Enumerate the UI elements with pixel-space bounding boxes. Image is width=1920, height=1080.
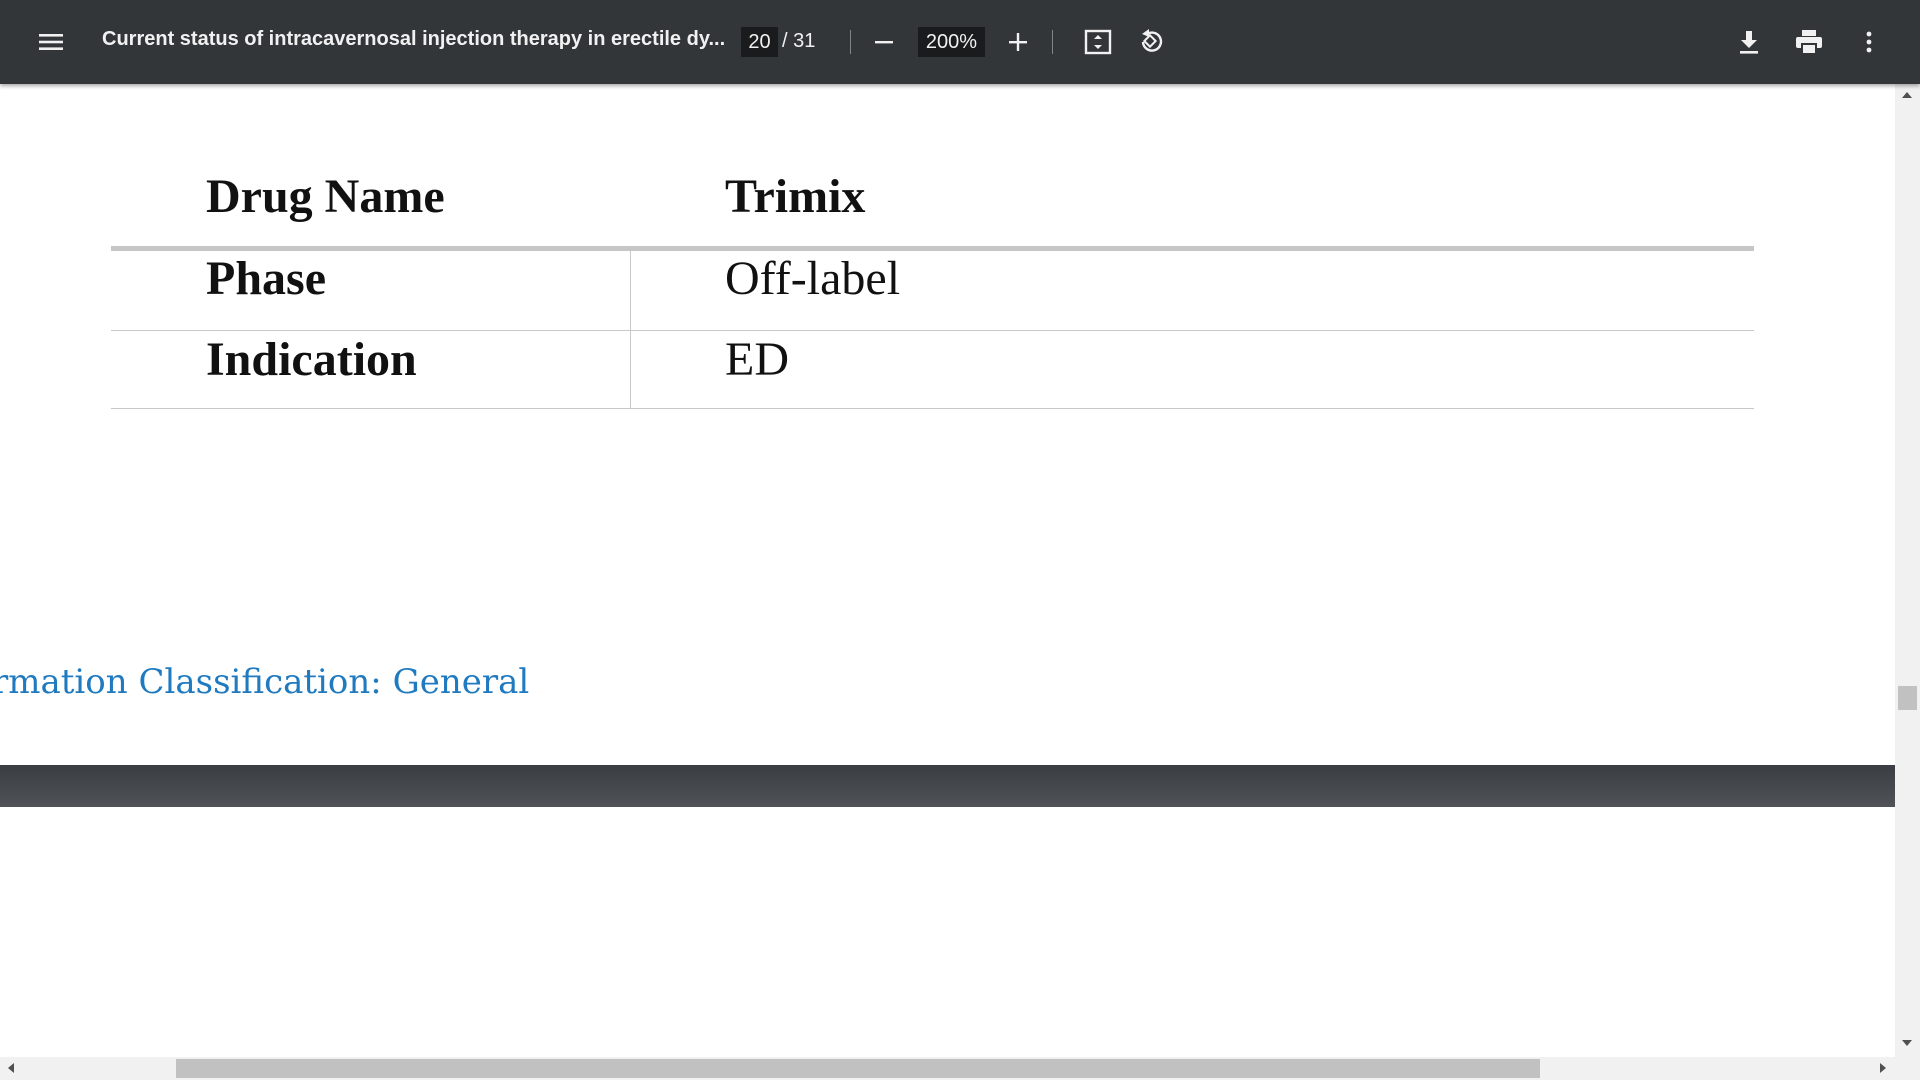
table-header-value: Trimix [725,170,866,223]
more-vert-icon [1866,31,1872,53]
toolbar-divider [1052,30,1053,54]
table-row-value: Off-label [725,252,901,305]
scroll-left-arrow-icon[interactable] [8,1063,14,1073]
vertical-scrollbar[interactable] [1895,84,1920,1057]
download-button[interactable] [1729,22,1769,62]
fit-page-icon [1084,29,1112,55]
scroll-down-arrow-icon[interactable] [1902,1040,1912,1046]
scroll-up-arrow-icon[interactable] [1902,92,1912,98]
table-row-value: ED [725,333,789,386]
page-separator [0,765,1895,807]
page-total: / 31 [782,30,816,52]
table-header-divider [111,246,1754,251]
fit-page-button[interactable] [1078,22,1118,62]
zoom-input[interactable]: 200% [918,27,985,57]
vertical-scroll-thumb[interactable] [1898,686,1917,710]
table-row-label: Phase [206,252,326,305]
page-number-input[interactable]: 20 [741,27,778,57]
print-button[interactable] [1789,22,1829,62]
table-bottom-border [111,408,1754,409]
horizontal-scroll-thumb[interactable] [176,1059,1540,1078]
print-icon [1796,30,1822,55]
minus-icon [875,41,893,44]
download-icon [1740,31,1758,54]
scroll-right-arrow-icon[interactable] [1880,1063,1886,1073]
hamburger-menu-icon[interactable] [31,22,71,62]
plus-icon [1009,33,1027,51]
zoom-in-button[interactable] [998,22,1038,62]
rotate-icon [1141,29,1163,52]
table-column-divider [630,251,631,408]
more-options-button[interactable] [1849,22,1889,62]
toolbar-divider [850,30,851,54]
rotate-button[interactable] [1131,22,1171,62]
table-row-divider [111,330,1754,331]
zoom-out-button[interactable] [864,22,904,62]
table-row-label: Indication [206,333,417,386]
classification-footer: rmation Classification: General [0,662,530,702]
pdf-page-view[interactable]: Drug Name Trimix Phase Off-label Indicat… [0,84,1895,1057]
pdf-toolbar: Current status of intracavernosal inject… [0,0,1920,84]
document-title: Current status of intracavernosal inject… [102,28,726,50]
table-header-label: Drug Name [206,170,445,223]
